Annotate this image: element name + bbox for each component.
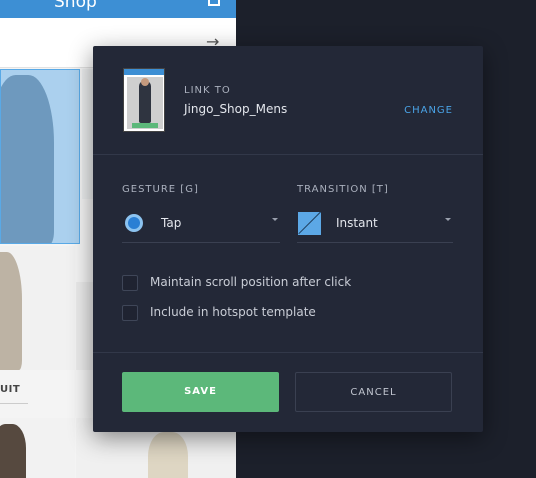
mock-header-title: Shop xyxy=(54,0,97,12)
maintain-scroll-option[interactable]: Maintain scroll position after click xyxy=(122,274,352,292)
chevron-down-icon xyxy=(272,218,278,221)
maintain-scroll-label: Maintain scroll position after click xyxy=(150,275,352,289)
hotspot-selection[interactable] xyxy=(0,69,80,244)
hotspot-template-option[interactable]: Include in hotspot template xyxy=(122,304,322,322)
cart-icon xyxy=(208,0,220,6)
cancel-button[interactable]: CANCEL xyxy=(295,372,452,412)
hotspot-template-label: Include in hotspot template xyxy=(150,305,316,319)
hotspot-template-checkbox[interactable] xyxy=(122,305,138,321)
mock-header: Shop xyxy=(0,0,236,18)
divider xyxy=(93,154,483,155)
link-target-name: Jingo_Shop_Mens xyxy=(184,102,288,116)
transition-select[interactable]: Instant xyxy=(297,203,453,243)
link-to-caption: LINK TO xyxy=(184,85,231,96)
chevron-down-icon xyxy=(445,218,451,221)
transition-caption: TRANSITION [T] xyxy=(297,184,389,195)
link-dialog: LINK TO Jingo_Shop_Mens CHANGE GESTURE [… xyxy=(93,46,483,432)
gesture-value: Tap xyxy=(161,216,182,230)
tap-circle-icon xyxy=(125,214,143,232)
product-image xyxy=(0,418,75,478)
screen-thumbnail xyxy=(123,68,165,132)
divider xyxy=(0,403,28,404)
maintain-scroll-checkbox[interactable] xyxy=(122,275,138,291)
product-image xyxy=(0,246,75,370)
gesture-select[interactable]: Tap xyxy=(122,203,280,243)
divider xyxy=(93,352,483,353)
transition-value: Instant xyxy=(336,216,378,230)
instant-transition-icon xyxy=(298,212,321,235)
save-button[interactable]: SAVE xyxy=(122,372,279,412)
gesture-caption: GESTURE [G] xyxy=(122,184,199,195)
product-label: UIT xyxy=(0,384,21,395)
change-link-button[interactable]: CHANGE xyxy=(404,105,453,116)
